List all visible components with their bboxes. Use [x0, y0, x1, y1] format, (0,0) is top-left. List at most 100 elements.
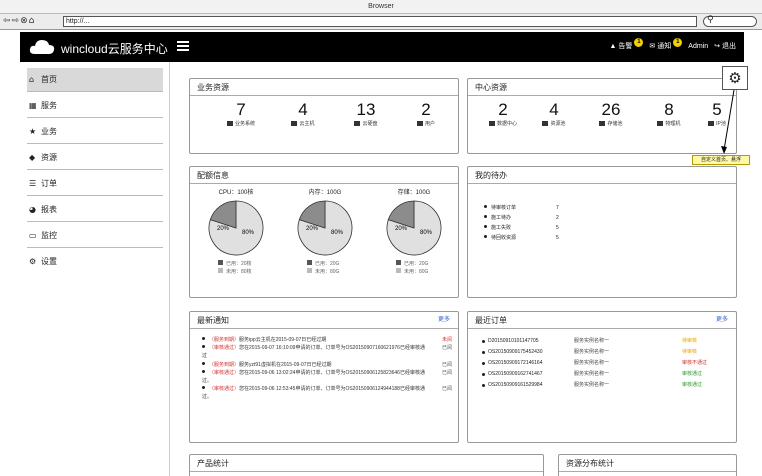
list-icon: ☰	[29, 179, 37, 188]
notice-item[interactable]: （审核通过）您在2015-09-07 16:10:09申请的订单、订单号为OS2…	[202, 344, 452, 360]
menu-toggle-icon[interactable]	[177, 41, 189, 51]
todo-count: 5	[556, 225, 559, 231]
sidebar: ⌂ 首页 ▦ 服务 ★ 业务 ◆ 资源 ☰ 订单 ◕ 报表 ▭ 监控 ⚙ 设置	[20, 62, 170, 476]
notice-status: 已阅	[441, 345, 452, 352]
order-id: OS20150909161529984	[488, 382, 543, 388]
logout-button[interactable]: ↪ 退出	[714, 41, 736, 51]
notice-status: 已阅	[441, 361, 452, 368]
search-icon: ⚲	[707, 15, 714, 25]
stat-data-centers[interactable]: 2 数据中心	[478, 101, 528, 127]
username: Admin	[688, 42, 709, 50]
notice-item[interactable]: （服务到期）服务ipp云主机在2015-09-07日已经过期 未阅	[202, 336, 452, 344]
stat-icon	[542, 121, 549, 126]
stat-icon	[657, 121, 664, 126]
stat-value: 2	[498, 100, 508, 119]
order-row[interactable]: OS20150909172146164 服务实例名称一 审核不通过	[482, 358, 728, 369]
stat-label: 物理机	[665, 121, 681, 127]
order-row[interactable]: OS20150909175452430 服务实例名称一 待审核	[482, 347, 728, 358]
sidebar-item-label: 业务	[41, 127, 57, 136]
panel-title: 资源分布统计	[559, 455, 736, 472]
url-input[interactable]: http://...	[63, 16, 697, 27]
pie-free-label: 80%	[331, 230, 344, 236]
sidebar-item-business[interactable]: ★ 业务	[27, 120, 163, 144]
app-header: wincloud云服务中心 ▲ 告警 1 ✉ 通知 1 Admin ↪ 退出	[20, 32, 744, 62]
order-id: D20150910101147705	[488, 338, 539, 344]
alert-count-badge: 1	[634, 37, 644, 47]
panel-title: 我的待办	[468, 167, 736, 184]
stat-label: 资源池	[550, 121, 566, 127]
todo-item[interactable]: 施工待办 2	[484, 213, 574, 223]
sidebar-item-settings[interactable]: ⚙ 设置	[27, 250, 163, 274]
browser-nav-icons[interactable]: ⇦⇨⊗⌂	[3, 16, 35, 26]
panel-title: 最近订单	[475, 316, 507, 325]
browser-search-input[interactable]: ⚲	[703, 15, 757, 27]
envelope-icon: ✉	[649, 43, 656, 50]
todo-item[interactable]: 施工失败 5	[484, 223, 574, 233]
order-row[interactable]: D20150910101147705 服务实例名称一 待审核	[482, 336, 728, 347]
notices-panel: 最新通知 更多 （服务到期）服务ipp云主机在2015-09-07日已经过期 未阅…	[189, 311, 459, 443]
user-menu[interactable]: Admin	[688, 43, 708, 50]
sidebar-item-services[interactable]: ▦ 服务	[27, 94, 163, 118]
stat-value: 8	[664, 100, 674, 119]
order-row[interactable]: OS20150909161529984 服务实例名称一 审核通过	[482, 380, 728, 391]
browser-title: Browser	[368, 3, 394, 10]
todo-label: 待回收资源	[491, 235, 517, 241]
todo-panel: 我的待办 待审核订单 7 施工待办 2 施工失败 5 待回收资源 5	[467, 166, 737, 298]
stat-value: 4	[549, 100, 559, 119]
todo-item[interactable]: 待审核订单 7	[484, 203, 574, 213]
notices-more-link[interactable]: 更多	[438, 312, 450, 329]
brand-name: wincloud云服务中心	[61, 42, 168, 56]
star-icon: ★	[29, 127, 37, 136]
quota-panel: 配额信息 CPU：100核 20% 80% 已用：20核 未用：80核 内存：1…	[189, 166, 459, 298]
pie-used-label: 20%	[306, 226, 319, 232]
todo-item[interactable]: 待回收资源 5	[484, 233, 574, 243]
stat-icon	[599, 121, 606, 126]
order-list: D20150910101147705 服务实例名称一 待审核 OS201509091…	[482, 336, 728, 391]
order-row[interactable]: OS20150909162741467 服务实例名称一 审核通过	[482, 369, 728, 380]
quota-storage: 存储：100G 20% 80% 已用：20G 未用：80G	[374, 187, 454, 276]
stat-physical-machines[interactable]: 8 物理机	[644, 101, 694, 127]
sidebar-item-label: 监控	[41, 231, 57, 240]
stat-label: 用户	[424, 121, 435, 127]
orders-more-link[interactable]: 更多	[716, 312, 728, 329]
todo-count: 7	[556, 205, 559, 211]
notice-list: （服务到期）服务ipp云主机在2015-09-07日已经过期 未阅 （审核通过）您…	[202, 336, 452, 402]
quota-title: CPU：100核	[218, 190, 254, 196]
browser-toolbar: ⇦⇨⊗⌂ http://... ⚲	[0, 14, 762, 30]
stat-icon	[488, 121, 495, 126]
panel-title: 产品统计	[190, 455, 543, 472]
sidebar-item-label: 资源	[41, 153, 57, 162]
notice-tag: （审核通过）	[209, 386, 240, 393]
monitor-icon: ▭	[29, 231, 37, 240]
panel-title: 最新通知	[197, 316, 229, 325]
todo-label: 施工待办	[491, 215, 512, 221]
panel-title: 配额信息	[190, 167, 458, 184]
alert-button[interactable]: ▲ 告警 1	[609, 37, 644, 51]
sidebar-item-resources[interactable]: ◆ 资源	[27, 146, 163, 170]
quota-used: 已用：20G	[404, 261, 429, 267]
notice-item[interactable]: （审核通过）您在2015-09-06 12:53:45申请的订单、订单号为OS2…	[202, 385, 452, 401]
stat-storage-pools[interactable]: 26 存储池	[586, 101, 636, 127]
notice-button[interactable]: ✉ 通知 1	[649, 37, 683, 51]
stat-business-systems[interactable]: 7 业务系统	[212, 101, 270, 127]
notice-item[interactable]: （审核通过）您在2015-09-06 13:02:24申请的订单、订单号为OS2…	[202, 369, 452, 385]
quota-title: 存储：100G	[397, 190, 431, 196]
sidebar-item-home[interactable]: ⌂ 首页	[27, 68, 163, 92]
customize-gear-button[interactable]: ⚙	[722, 66, 748, 90]
notice-tag: （服务到期）	[209, 361, 240, 368]
notice-item[interactable]: （服务到期）服务yzt91虚拟机在2015-09-07日已经过期 已阅	[202, 361, 452, 369]
stat-users[interactable]: 2 用户	[404, 101, 448, 127]
orders-panel: 最近订单 更多 D20150910101147705 服务实例名称一 待审核 OS2…	[467, 311, 737, 443]
customize-tooltip: 自定义首页、悬浮	[692, 155, 750, 165]
quota-cpu: CPU：100核 20% 80% 已用：20核 未用：80核	[196, 187, 276, 276]
sidebar-item-reports[interactable]: ◕ 报表	[27, 198, 163, 222]
sidebar-item-orders[interactable]: ☰ 订单	[27, 172, 163, 196]
stat-icon	[291, 121, 298, 126]
sidebar-item-monitor[interactable]: ▭ 监控	[27, 224, 163, 248]
stat-cloud-disks[interactable]: 13 云硬盘	[338, 101, 394, 127]
pie-used-label: 20%	[217, 226, 230, 232]
stat-icon	[354, 121, 361, 126]
stat-resource-pools[interactable]: 4 资源池	[532, 101, 576, 127]
stat-cloud-hosts[interactable]: 4 云主机	[278, 101, 328, 127]
notice-tag: （服务到期）	[209, 337, 240, 343]
